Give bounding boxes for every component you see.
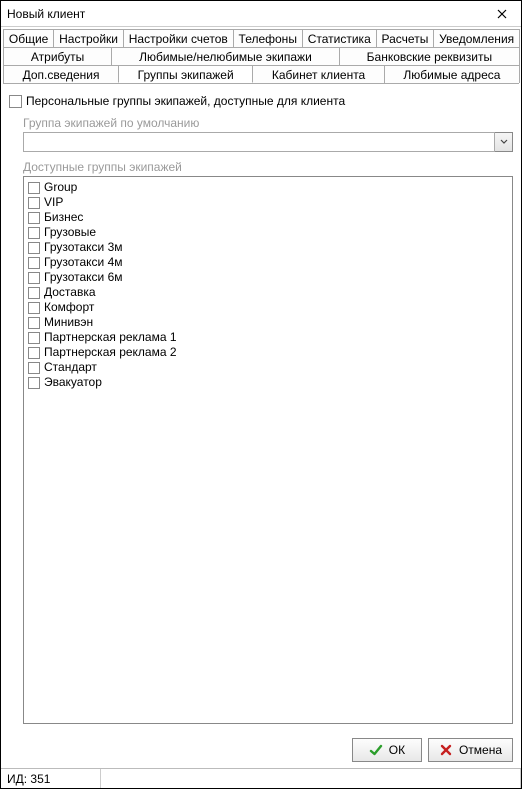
personal-groups-checkbox[interactable]: [9, 95, 22, 108]
list-item[interactable]: Грузотакси 6м: [28, 270, 508, 285]
close-button[interactable]: [489, 4, 515, 24]
list-item-checkbox[interactable]: [28, 272, 40, 284]
list-item[interactable]: Грузотакси 3м: [28, 240, 508, 255]
list-item[interactable]: Грузовые: [28, 225, 508, 240]
list-item-label: Бизнес: [44, 210, 83, 225]
tab[interactable]: Расчеты: [376, 29, 435, 47]
chevron-down-icon: [500, 139, 508, 145]
tab-row-1: ОбщиеНастройкиНастройки счетовТелефоныСт…: [3, 29, 519, 47]
list-item-label: Доставка: [44, 285, 96, 300]
status-bar: ИД: 351: [1, 768, 521, 788]
cancel-button[interactable]: Отмена: [428, 738, 513, 762]
cancel-icon: [439, 743, 453, 757]
list-item-checkbox[interactable]: [28, 362, 40, 374]
check-icon: [369, 743, 383, 757]
cancel-button-label: Отмена: [459, 743, 502, 757]
tab[interactable]: Кабинет клиента: [252, 65, 385, 83]
list-item-label: Грузовые: [44, 225, 96, 240]
list-item[interactable]: Бизнес: [28, 210, 508, 225]
default-group-label: Группа экипажей по умолчанию: [23, 116, 513, 130]
list-item-checkbox[interactable]: [28, 212, 40, 224]
tab[interactable]: Любимые/нелюбимые экипажи: [111, 47, 340, 65]
default-group-dropdown-button[interactable]: [495, 132, 513, 152]
list-item[interactable]: Партнерская реклама 2: [28, 345, 508, 360]
status-empty: [101, 769, 521, 788]
ok-button[interactable]: ОК: [352, 738, 422, 762]
list-item[interactable]: Минивэн: [28, 315, 508, 330]
list-item[interactable]: Доставка: [28, 285, 508, 300]
list-item[interactable]: Грузотакси 4м: [28, 255, 508, 270]
tab[interactable]: Настройки: [53, 29, 124, 47]
list-item-label: Group: [44, 180, 77, 195]
list-item-label: VIP: [44, 195, 63, 210]
ok-button-label: ОК: [389, 743, 405, 757]
groups-listbox[interactable]: GroupVIPБизнесГрузовыеГрузотакси 3мГрузо…: [23, 176, 513, 724]
list-item-checkbox[interactable]: [28, 197, 40, 209]
list-item-label: Грузотакси 3м: [44, 240, 123, 255]
button-bar: ОК Отмена: [1, 732, 521, 768]
list-item-label: Комфорт: [44, 300, 94, 315]
list-item-checkbox[interactable]: [28, 227, 40, 239]
tab-content: Персональные группы экипажей, доступные …: [1, 84, 521, 732]
list-item-label: Партнерская реклама 1: [44, 330, 177, 345]
window-title: Новый клиент: [7, 7, 85, 21]
tab[interactable]: Атрибуты: [3, 47, 112, 65]
tab[interactable]: Любимые адреса: [384, 65, 520, 83]
tabs-container: ОбщиеНастройкиНастройки счетовТелефоныСт…: [1, 27, 521, 84]
tab[interactable]: Уведомления: [433, 29, 520, 47]
tab[interactable]: Настройки счетов: [123, 29, 234, 47]
list-item-label: Партнерская реклама 2: [44, 345, 177, 360]
title-bar: Новый клиент: [1, 1, 521, 27]
available-groups-label: Доступные группы экипажей: [23, 160, 513, 174]
list-item-checkbox[interactable]: [28, 257, 40, 269]
list-item[interactable]: Комфорт: [28, 300, 508, 315]
tab[interactable]: Телефоны: [233, 29, 303, 47]
tab[interactable]: Общие: [3, 29, 54, 47]
list-item[interactable]: Стандарт: [28, 360, 508, 375]
list-item-label: Минивэн: [44, 315, 93, 330]
tab[interactable]: Банковские реквизиты: [339, 47, 520, 65]
list-item[interactable]: VIP: [28, 195, 508, 210]
close-icon: [497, 9, 507, 19]
default-group-combo[interactable]: [23, 132, 513, 152]
tab-row-3: Доп.cведенияГруппы экипажейКабинет клиен…: [3, 65, 519, 84]
list-item-label: Грузотакси 4м: [44, 255, 123, 270]
list-item-checkbox[interactable]: [28, 332, 40, 344]
list-item-label: Грузотакси 6м: [44, 270, 123, 285]
personal-groups-label: Персональные группы экипажей, доступные …: [26, 94, 345, 108]
list-item-checkbox[interactable]: [28, 377, 40, 389]
status-id: ИД: 351: [1, 769, 101, 788]
list-item[interactable]: Эвакуатор: [28, 375, 508, 390]
list-item-checkbox[interactable]: [28, 287, 40, 299]
default-group-input[interactable]: [23, 132, 495, 152]
list-item-checkbox[interactable]: [28, 182, 40, 194]
tab[interactable]: Статистика: [302, 29, 377, 47]
list-item-label: Эвакуатор: [44, 375, 102, 390]
list-item[interactable]: Партнерская реклама 1: [28, 330, 508, 345]
list-item[interactable]: Group: [28, 180, 508, 195]
list-item-checkbox[interactable]: [28, 317, 40, 329]
list-item-checkbox[interactable]: [28, 242, 40, 254]
tab[interactable]: Группы экипажей: [118, 65, 253, 83]
list-item-label: Стандарт: [44, 360, 97, 375]
tab-row-2: АтрибутыЛюбимые/нелюбимые экипажиБанковс…: [3, 47, 519, 65]
list-item-checkbox[interactable]: [28, 302, 40, 314]
personal-groups-row: Персональные группы экипажей, доступные …: [9, 94, 513, 108]
list-item-checkbox[interactable]: [28, 347, 40, 359]
tab[interactable]: Доп.cведения: [3, 65, 119, 83]
